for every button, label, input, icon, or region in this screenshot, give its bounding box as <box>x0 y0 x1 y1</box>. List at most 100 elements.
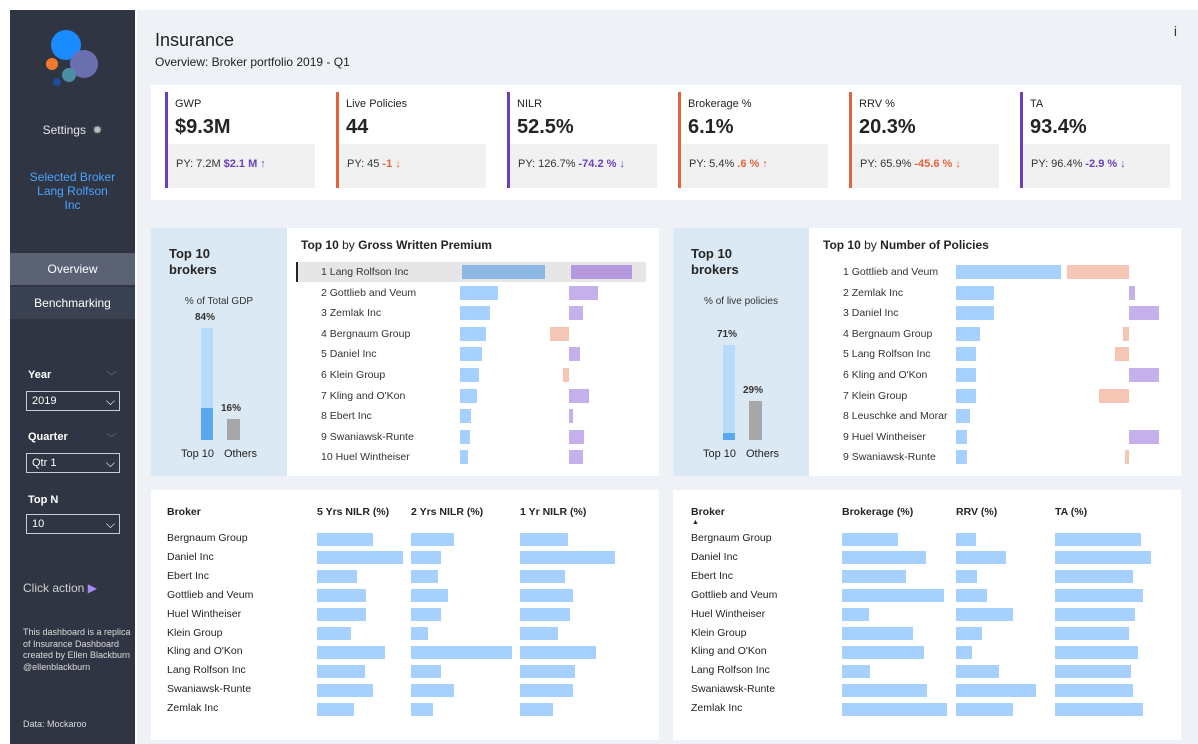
data-note: Data: Mockaroo <box>23 719 87 729</box>
top10-row[interactable]: 5 Daniel Inc <box>296 344 646 364</box>
table-value-bar <box>1055 664 1131 678</box>
bar-positive-change <box>571 265 632 279</box>
table-row-broker: Lang Rolfson Inc <box>691 664 770 677</box>
bar-positive-change <box>1129 306 1159 321</box>
top10-row[interactable]: 6 Klein Group <box>296 365 646 385</box>
table-value-bar <box>842 627 913 640</box>
top10-row[interactable]: 1 Lang Rolfson Inc <box>296 262 646 282</box>
column-header[interactable]: Brokerage (%) <box>842 506 913 518</box>
table-value-bar <box>520 627 558 640</box>
table-value-bar <box>317 589 366 603</box>
kpi-delta-value: $2.1 M <box>223 158 258 170</box>
bar-positive-change <box>1129 368 1159 382</box>
nav-benchmarking[interactable]: Benchmarking <box>10 287 135 319</box>
table-value-bar <box>411 570 438 584</box>
play-icon: ▶ <box>87 581 97 595</box>
table-row-broker: Klein Group <box>167 626 223 639</box>
column-header[interactable]: 1 Yr NILR (%) <box>520 506 586 518</box>
top10-row[interactable]: 7 Kling and O'Kon <box>296 386 646 406</box>
bar-primary <box>460 450 468 465</box>
arrow-down-icon: ↓ <box>955 158 961 170</box>
top10-selected-share-bar <box>201 408 213 440</box>
bar-positive-change <box>569 429 584 444</box>
bar-primary <box>956 388 976 403</box>
kpi-prior-year: PY: 5.4% <box>689 158 735 170</box>
top10-list-title: Top 10 by Number of Policies <box>823 238 989 252</box>
quarter-select[interactable]: Qtr 1 ⌵ <box>26 453 120 473</box>
kpi-delta: -74.2 % ↓ <box>579 158 625 170</box>
main-canvas: i Insurance Overview: Broker portfolio 2… <box>137 10 1198 744</box>
click-action[interactable]: Click action ▶ <box>23 581 97 595</box>
info-icon[interactable]: i <box>1174 23 1177 39</box>
table-value-bar <box>1055 589 1143 603</box>
column-header[interactable]: TA (%) <box>1055 506 1087 518</box>
table-value-bar <box>411 608 441 622</box>
bar-primary <box>956 347 976 362</box>
top10-row[interactable]: 8 Leuschke and Morar <box>818 406 1168 426</box>
table-value-bar <box>1055 645 1138 659</box>
top10-row[interactable]: 1 Gottlieb and Veum <box>818 262 1168 282</box>
chevron-down-icon: ⌵ <box>105 394 115 408</box>
kpi-footer: PY: 45 -1 ↓ <box>339 144 486 188</box>
sort-ascending-icon[interactable]: ▲ <box>692 519 699 526</box>
top10-row[interactable]: 5 Lang Rolfson Inc <box>818 344 1168 364</box>
table-value-bar <box>1055 683 1133 697</box>
top10-row[interactable]: 2 Zemlak Inc <box>818 283 1168 303</box>
arrow-down-icon: ↓ <box>619 158 625 170</box>
table-value-bar <box>1055 608 1135 622</box>
top10-row[interactable]: 9 Swaniawsk-Runte <box>296 427 646 447</box>
bar-primary <box>460 347 482 362</box>
top10-row[interactable]: 4 Bergnaum Group <box>818 324 1168 344</box>
column-header[interactable]: 5 Yrs NILR (%) <box>317 506 389 518</box>
table-value-bar <box>520 570 565 584</box>
list-title-by: by <box>864 238 877 252</box>
bar-negative-change <box>550 326 569 341</box>
top10-row[interactable]: 7 Klein Group <box>818 386 1168 406</box>
broker-name: 2 Gottlieb and Veum <box>321 286 417 299</box>
column-header: Broker <box>167 506 201 518</box>
column-header[interactable]: 2 Yrs NILR (%) <box>411 506 483 518</box>
top10-axis-label: Top 10 <box>181 448 215 460</box>
table-value-bar <box>317 645 385 659</box>
gwp-panel: Top 10 brokers % of Total GDP 84% 16% Top 10… <box>151 228 659 476</box>
table-value-bar <box>411 702 433 716</box>
table-value-bar <box>956 589 987 603</box>
kpi-prior-year: PY: 96.4% <box>1031 158 1083 170</box>
top10-share-subtitle: % of Total GDP <box>184 296 254 307</box>
broker-name: 10 Huel Wintheiser <box>321 451 410 464</box>
top10-row[interactable]: 4 Bergnaum Group <box>296 324 646 344</box>
top10-row[interactable]: 9 Swaniawsk-Runte <box>818 447 1168 467</box>
kpi-card: RRV % 20.3% PY: 65.9% -45.6 % ↓ <box>849 92 999 188</box>
top10-row[interactable]: 9 Huel Wintheiser <box>818 427 1168 447</box>
column-header[interactable]: RRV (%) <box>956 506 997 518</box>
selected-broker: Selected Broker Lang Rolfson Inc <box>10 170 135 212</box>
kpi-delta-value: -1 <box>382 158 393 170</box>
table-row-broker: Klein Group <box>691 626 747 639</box>
broker-name: 6 Kling and O'Kon <box>843 369 928 381</box>
top10-row[interactable]: 3 Daniel Inc <box>818 303 1168 323</box>
top10-row[interactable]: 2 Gottlieb and Veum <box>296 283 646 303</box>
kpi-value: 93.4% <box>1030 116 1087 138</box>
kpi-title: GWP <box>175 98 202 110</box>
table-value-bar <box>411 589 448 603</box>
table-row-broker: Huel Wintheiser <box>167 607 242 620</box>
settings-button[interactable]: Settings ✹ <box>10 123 135 137</box>
broker-name: 4 Bergnaum Group <box>321 327 411 340</box>
year-select[interactable]: 2019 ⌵ <box>26 391 120 411</box>
table-value-bar <box>520 551 615 565</box>
topn-select[interactable]: 10 ⌵ <box>26 514 120 534</box>
top10-row[interactable]: 3 Zemlak Inc <box>296 303 646 323</box>
table-value-bar <box>956 664 999 678</box>
table-value-bar <box>842 570 906 584</box>
bar-primary <box>460 388 477 403</box>
table-value-bar <box>956 608 1013 622</box>
broker-name: 8 Leuschke and Morar <box>843 410 948 423</box>
top10-row[interactable]: 6 Kling and O'Kon <box>818 365 1168 385</box>
table-value-bar <box>317 608 366 622</box>
nav-overview[interactable]: Overview <box>10 253 135 285</box>
top10-share-title: Top 10 brokers <box>169 246 217 277</box>
list-title-metric: Gross Written Premium <box>358 238 492 252</box>
top10-row[interactable]: 10 Huel Wintheiser <box>296 447 646 467</box>
kpi-delta-value: .6 % <box>737 158 760 170</box>
top10-row[interactable]: 8 Ebert Inc <box>296 406 646 426</box>
